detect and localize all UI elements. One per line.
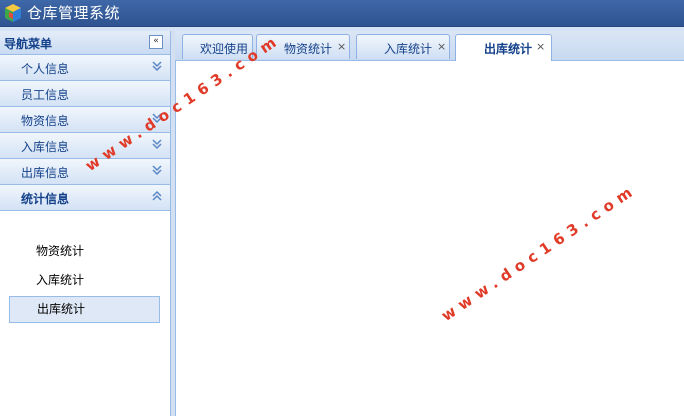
nav-section-personal[interactable]: 个人信息 (0, 55, 170, 81)
app-header: 仓库管理系统 (0, 0, 684, 27)
double-chevron-down-icon[interactable] (151, 138, 163, 150)
nav-section-label: 员工信息 (21, 88, 70, 102)
nav-section-statistics[interactable]: 统计信息 (0, 185, 170, 211)
double-chevron-down-icon[interactable] (151, 60, 163, 72)
tab-content (175, 61, 684, 416)
sub-item-outbound-stats[interactable]: 出库统计 (9, 296, 160, 323)
nav-sidebar: 导航菜单 « 个人信息 员工信息 物资信息 入库信息 出库信息 统计信息 物资统… (0, 31, 171, 416)
close-icon[interactable]: × (536, 40, 545, 53)
tab-label: 入库统计 (384, 42, 433, 56)
close-icon[interactable]: × (337, 40, 346, 53)
tab-label: 出库统计 (484, 42, 533, 56)
tab-inbound-stats[interactable]: 入库统计 × (356, 34, 450, 59)
nav-section-label: 个人信息 (21, 62, 70, 76)
collapse-sidebar-button[interactable]: « (149, 35, 163, 49)
nav-section-label: 出库信息 (21, 166, 70, 180)
nav-header: 导航菜单 « (0, 31, 170, 55)
app-title: 仓库管理系统 (27, 4, 121, 22)
close-icon[interactable]: × (437, 40, 446, 53)
double-chevron-down-icon[interactable] (151, 164, 163, 176)
nav-section-label: 物资信息 (21, 114, 70, 128)
tab-label: 物资统计 (284, 42, 333, 56)
tab-outbound-stats[interactable]: 出库统计 × (455, 34, 552, 61)
statistics-sub-list: 物资统计 入库统计 出库统计 (0, 211, 170, 323)
cube-logo-icon (5, 4, 21, 22)
nav-section-label: 入库信息 (21, 140, 70, 154)
sub-item-inbound-stats[interactable]: 入库统计 (9, 267, 160, 294)
double-chevron-up-icon[interactable] (151, 190, 163, 202)
double-chevron-left-icon: « (153, 36, 159, 46)
nav-section-label: 统计信息 (21, 192, 70, 206)
main-panel: 欢迎使用 物资统计 × 入库统计 × 出库统计 × (175, 31, 684, 416)
nav-section-employee[interactable]: 员工信息 (0, 81, 170, 107)
sub-item-material-stats[interactable]: 物资统计 (9, 238, 160, 265)
nav-title: 导航菜单 (4, 37, 53, 51)
